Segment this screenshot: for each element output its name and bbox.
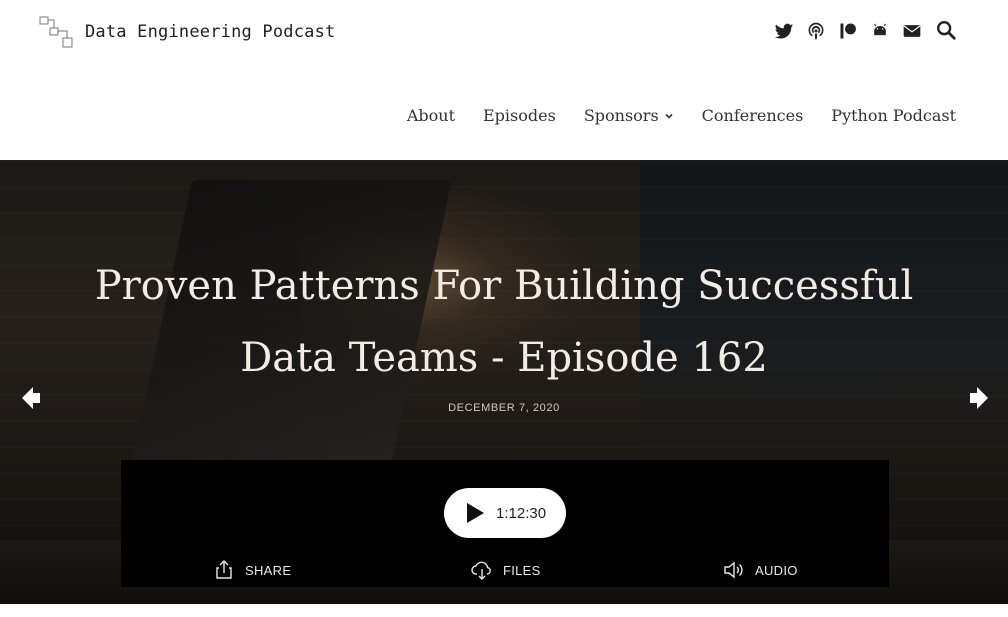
nav-about[interactable]: About [407,106,455,125]
twitter-icon[interactable] [774,20,794,42]
nav-python-podcast[interactable]: Python Podcast [831,106,956,125]
share-button[interactable]: SHARE [213,560,291,580]
audio-button[interactable]: AUDIO [723,560,798,580]
episode-date: DECEMBER 7, 2020 [448,402,560,414]
episode-title: Proven Patterns For Building Successful … [94,263,914,381]
nav-about-label: About [406,106,455,125]
chevron-down-icon [665,113,673,119]
main-nav: About Episodes Sponsors Conferences Pyth… [407,106,956,125]
site-title: Data Engineering Podcast [85,22,336,42]
episode-duration: 1:12:30 [496,504,547,522]
podcast-icon[interactable] [806,20,826,42]
audio-player: 1:12:30 SHARE FILES AUDIO [121,460,889,587]
speaker-icon [724,561,743,579]
episode-hero: Proven Patterns For Building Successful … [0,160,1008,604]
nav-episodes-label: Episodes [483,106,556,125]
patreon-icon[interactable] [838,20,858,42]
site-header: Data Engineering Podcast About Episodes … [0,0,1008,160]
play-icon [467,503,484,523]
files-label: FILES [503,562,541,578]
next-episode-arrow-icon[interactable] [968,383,990,413]
files-button[interactable]: FILES [471,560,541,580]
android-icon[interactable] [870,20,890,42]
cloud-download-icon [471,561,491,580]
play-button[interactable]: 1:12:30 [444,488,566,538]
previous-episode-arrow-icon[interactable] [20,383,42,413]
nav-conferences-label: Conferences [701,106,804,125]
nav-python-podcast-label: Python Podcast [831,106,956,125]
nav-sponsors[interactable]: Sponsors [584,106,674,125]
email-icon[interactable] [902,20,922,42]
nav-episodes[interactable]: Episodes [483,106,556,125]
nav-conferences[interactable]: Conferences [702,106,804,125]
share-label: SHARE [245,562,292,578]
site-logo[interactable]: Data Engineering Podcast [38,14,335,50]
nav-sponsors-label: Sponsors [583,106,659,125]
share-icon [216,560,232,579]
logo-icon [39,16,73,48]
audio-label: AUDIO [755,562,798,578]
search-icon[interactable] [935,19,957,41]
social-links [774,20,922,42]
